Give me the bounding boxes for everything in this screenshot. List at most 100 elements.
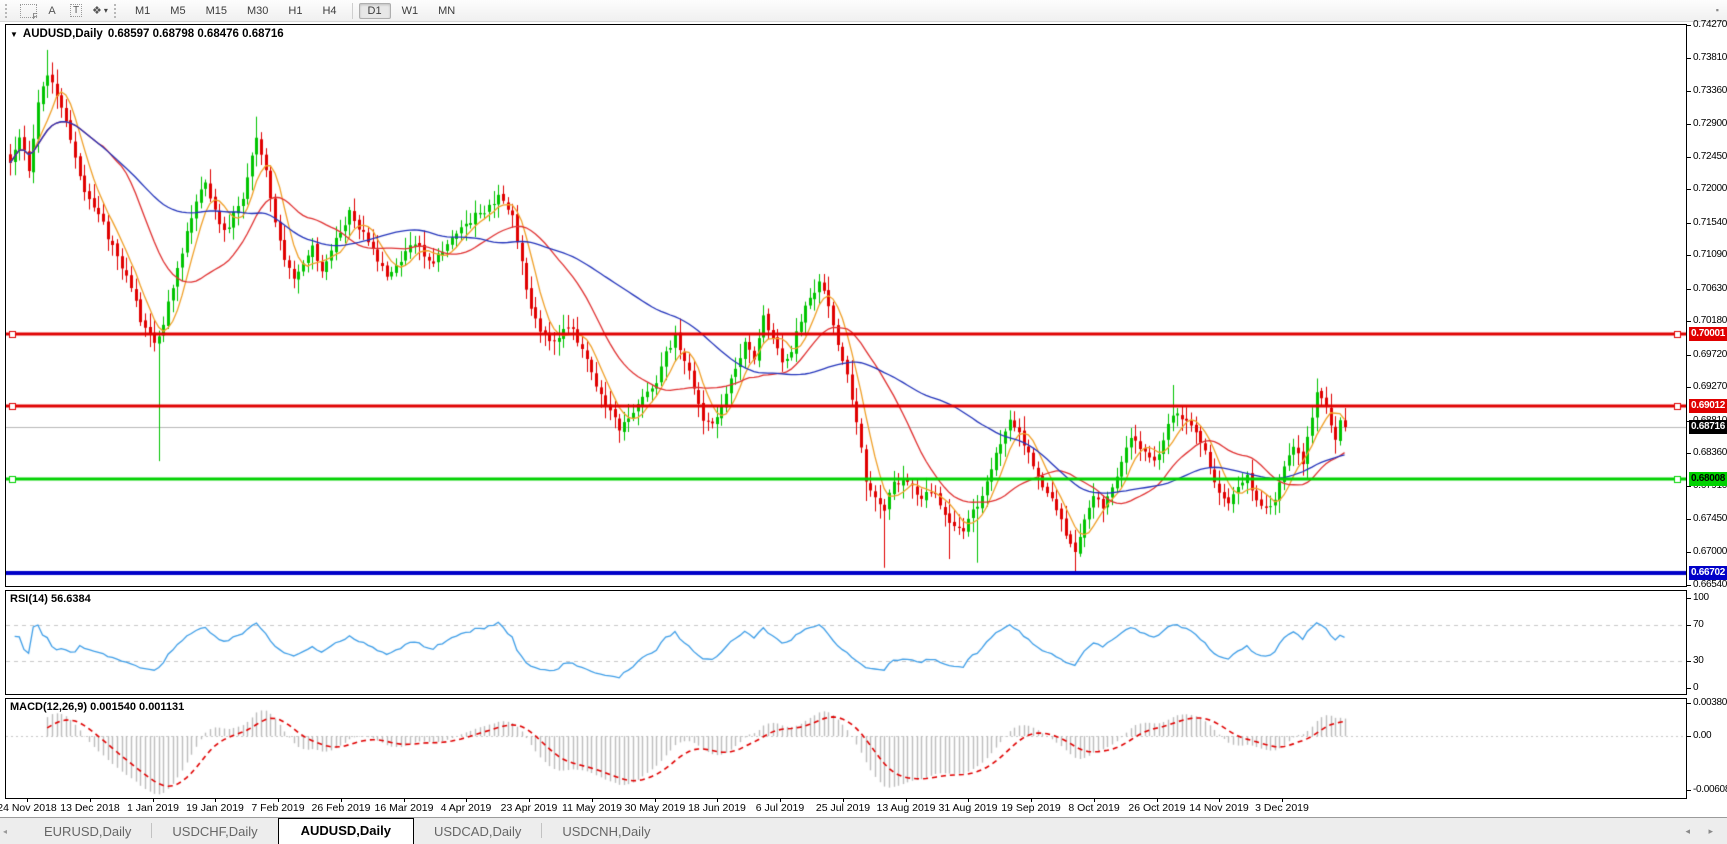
macd-tick-label: 0.003804	[1693, 697, 1727, 708]
price-tick	[1687, 58, 1691, 59]
price-tick	[1687, 355, 1691, 356]
macd-tick	[1687, 736, 1691, 737]
tab-scroll-arrows-icon[interactable]: ◂ ▸	[1685, 826, 1721, 837]
price-tick	[1687, 387, 1691, 388]
macd-indicator-panel: MACD(12,26,9) 0.001540 0.001131	[5, 698, 1687, 799]
date-label: 19 Sep 2019	[1001, 802, 1061, 814]
toolbar-separator	[351, 2, 353, 19]
tab-usdchf[interactable]: USDCHF,Daily	[152, 820, 277, 844]
price-tick-label: 0.71090	[1693, 249, 1727, 260]
price-chart-canvas[interactable]	[6, 25, 1686, 586]
timeframe-button-h1[interactable]: H1	[279, 3, 311, 19]
price-tick	[1687, 223, 1691, 224]
hline-price-label[interactable]: 0.68008	[1689, 472, 1727, 486]
top-toolbar: F A T ❖ ▾ M1 M5 M15 M30 H1 H4 D1 W1 MN ▪	[0, 0, 1727, 22]
timeframe-button-m30[interactable]: M30	[238, 3, 277, 19]
price-tick-label: 0.72450	[1693, 151, 1727, 162]
date-label: 18 Jun 2019	[688, 802, 746, 814]
date-label: 1 Jan 2019	[127, 802, 179, 814]
price-tick	[1687, 25, 1691, 26]
date-label: 19 Jan 2019	[186, 802, 244, 814]
date-label: 13 Aug 2019	[876, 802, 936, 814]
date-label: 16 Mar 2019	[374, 802, 434, 814]
rsi-tick	[1687, 661, 1691, 662]
hline-price-label[interactable]: 0.70001	[1689, 327, 1727, 341]
price-tick	[1687, 486, 1691, 487]
price-tick-label: 0.71540	[1693, 217, 1727, 228]
price-axis[interactable]: 0.74270 0.73810 0.73360 0.72900 0.72450 0.720…	[1687, 19, 1727, 799]
date-label: 4 Apr 2019	[440, 802, 492, 814]
price-tick-label: 0.73360	[1693, 85, 1727, 96]
current-price-label: 0.68716	[1689, 420, 1727, 434]
main-chart-panel: ▼ AUDUSD,Daily 0.68597 0.68798 0.68476 0…	[5, 24, 1687, 587]
price-tick-label: 0.69270	[1693, 381, 1727, 392]
date-label: 31 Aug 2019	[938, 802, 998, 814]
price-tick	[1687, 91, 1691, 92]
date-label: 7 Feb 2019	[251, 802, 305, 814]
rsi-label: RSI(14) 56.6384	[10, 593, 91, 605]
date-label: 8 Oct 2019	[1068, 802, 1120, 814]
price-tick	[1687, 189, 1691, 190]
toolbar-drag-handle[interactable]	[5, 3, 12, 18]
price-tick-label: 0.73810	[1693, 52, 1727, 63]
macd-tick	[1687, 703, 1691, 704]
dropdown-caret-icon: ▾	[103, 6, 108, 15]
date-label: 23 Apr 2019	[500, 802, 558, 814]
chart-menu-icon[interactable]: ▼	[10, 30, 18, 39]
toolbar-drag-handle[interactable]	[114, 3, 121, 18]
macd-tick	[1687, 790, 1691, 791]
trading-terminal: { "toolbar": { "icons": [ {"name": "char…	[0, 0, 1727, 844]
macd-tick-label: -0.006087	[1693, 784, 1727, 795]
price-tick	[1687, 124, 1691, 125]
timeframe-button-h4[interactable]: H4	[313, 3, 345, 19]
rsi-canvas[interactable]	[6, 591, 1686, 694]
price-tick	[1687, 321, 1691, 322]
text-a-icon[interactable]: A	[41, 1, 63, 21]
price-tick	[1687, 519, 1691, 520]
rsi-tick	[1687, 625, 1691, 626]
hline-price-label[interactable]: 0.66702	[1689, 566, 1727, 580]
chart-tab-bar: ◂ EURUSD,Daily USDCHF,Daily AUDUSD,Daily US…	[0, 817, 1727, 844]
macd-label: MACD(12,26,9) 0.001540 0.001131	[10, 701, 185, 713]
price-tick	[1687, 289, 1691, 290]
rsi-tick-label: 30	[1693, 655, 1704, 666]
date-axis[interactable]: 24 Nov 2018 13 Dec 2018 1 Jan 2019 19 Jan 2…	[0, 798, 1687, 817]
date-label: 11 May 2019	[562, 802, 622, 814]
hline-price-label[interactable]: 0.69012	[1689, 399, 1727, 413]
timeframe-button-w1[interactable]: W1	[393, 3, 428, 19]
date-label: 13 Dec 2018	[60, 802, 120, 814]
tab-eurusd[interactable]: EURUSD,Daily	[24, 820, 151, 844]
date-label: 30 May 2019	[624, 802, 686, 814]
price-tick-label: 0.74270	[1693, 19, 1727, 30]
chart-title: ▼ AUDUSD,Daily 0.68597 0.68798 0.68476 0…	[10, 28, 284, 40]
price-tick-label: 0.72000	[1693, 183, 1727, 194]
tab-scroll-left-icon[interactable]: ◂	[0, 818, 10, 844]
price-tick	[1687, 552, 1691, 553]
price-tick-label: 0.72900	[1693, 118, 1727, 129]
price-tick	[1687, 255, 1691, 256]
timeframe-button-mn[interactable]: MN	[429, 3, 464, 19]
macd-tick-label: 0.00	[1693, 730, 1712, 741]
scroll-marker-icon[interactable]: ▪	[1716, 5, 1719, 15]
timeframe-button-m1[interactable]: M1	[126, 3, 159, 19]
price-tick	[1687, 585, 1691, 586]
rsi-tick	[1687, 688, 1691, 689]
shapes-icon[interactable]: ❖ ▾	[89, 1, 111, 21]
date-label: 25 Jul 2019	[815, 802, 871, 814]
timeframe-button-m5[interactable]: M5	[161, 3, 194, 19]
price-tick-label: 0.68360	[1693, 447, 1727, 458]
timeframe-button-m15[interactable]: M15	[197, 3, 236, 19]
chart-grid-f-icon[interactable]: F	[17, 1, 39, 21]
timeframe-button-d1[interactable]: D1	[358, 2, 391, 19]
macd-canvas[interactable]	[6, 699, 1686, 798]
tab-audusd[interactable]: AUDUSD,Daily	[277, 818, 414, 844]
price-tick-label: 0.70630	[1693, 283, 1727, 294]
grid-glyph: F	[19, 3, 38, 21]
text-label-icon[interactable]: T	[65, 1, 87, 21]
date-label: 26 Oct 2019	[1128, 802, 1186, 814]
timeframe-button-group: M1 M5 M15 M30 H1 H4 D1 W1 MN	[125, 2, 465, 19]
price-tick	[1687, 453, 1691, 454]
tab-usdcad[interactable]: USDCAD,Daily	[414, 820, 541, 844]
tab-usdcnh[interactable]: USDCNH,Daily	[542, 820, 670, 844]
date-label: 24 Nov 2018	[0, 802, 57, 814]
